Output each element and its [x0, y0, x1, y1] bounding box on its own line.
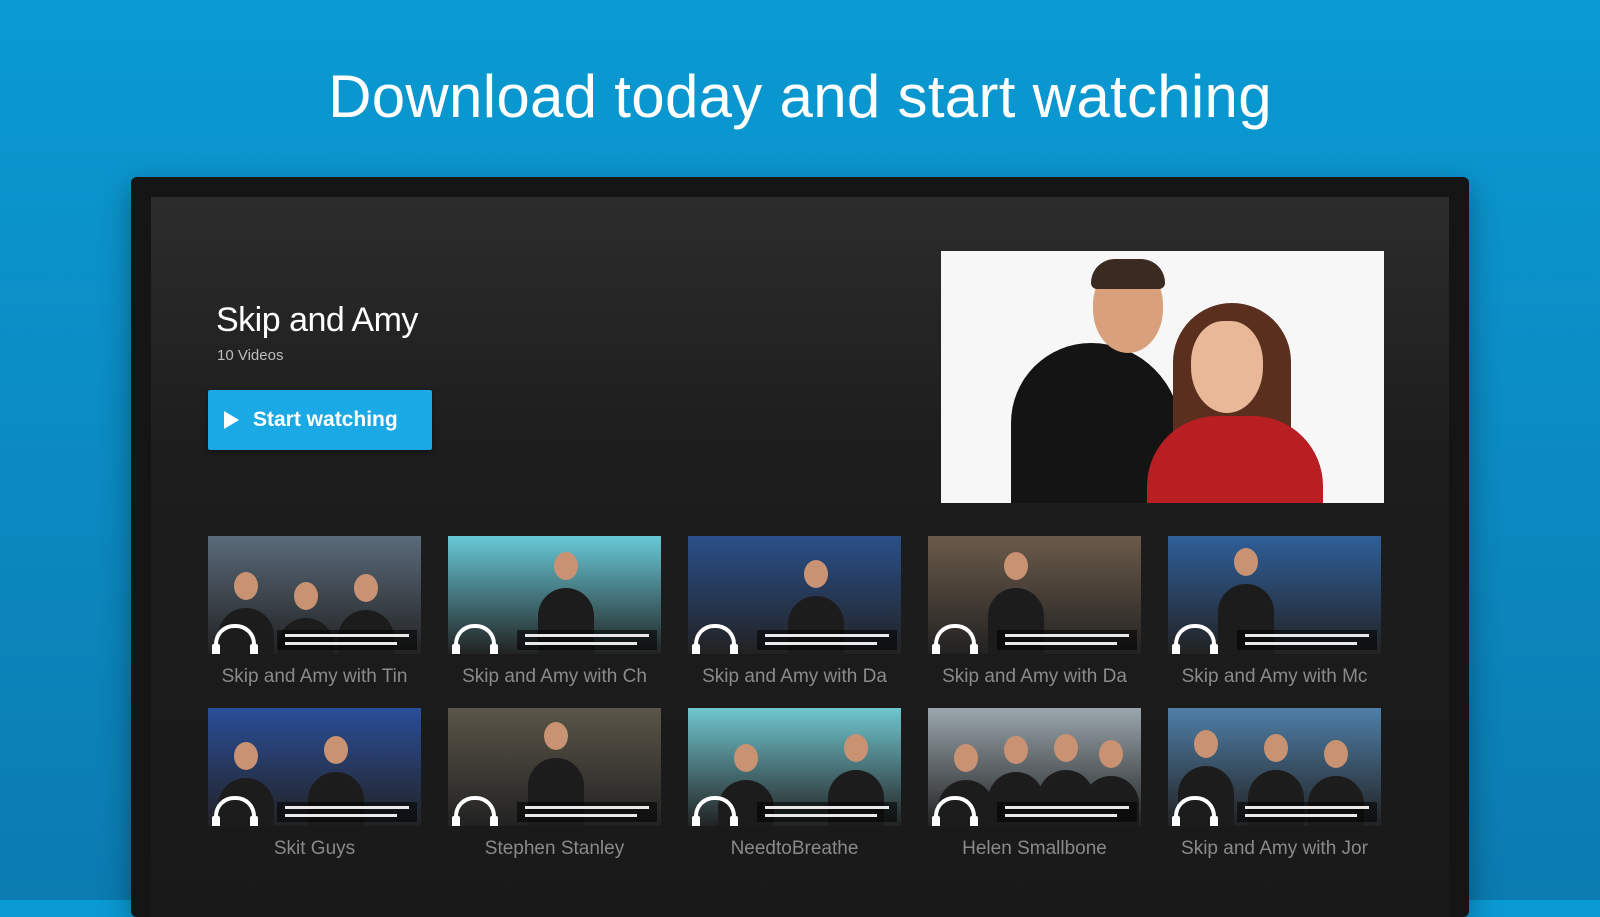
video-tile[interactable]: Skip and Amy with Da	[688, 536, 901, 688]
thumbnail-person-head	[234, 742, 258, 770]
video-title: Helen Smallbone	[962, 838, 1107, 859]
video-thumbnail	[208, 708, 421, 826]
thumbnail-caption-band	[757, 630, 897, 650]
thumbnail-person-head	[234, 572, 258, 600]
start-watching-button[interactable]: Start watching	[208, 390, 432, 450]
hero-person-hair	[1091, 259, 1165, 289]
video-tile[interactable]: Skip and Amy with Ch	[448, 536, 661, 688]
thumbnail-person-head	[354, 574, 378, 602]
video-title: Skip and Amy with Da	[702, 666, 887, 687]
thumbnail-caption-band	[517, 802, 657, 822]
video-thumbnail	[928, 536, 1141, 654]
video-title: Skip and Amy with Tin	[221, 666, 408, 687]
thumbnail-person-head	[1004, 736, 1028, 764]
thumbnail-caption-band	[757, 802, 897, 822]
video-title: Skip and Amy with Ch	[462, 666, 647, 687]
show-title: Skip and Amy	[216, 301, 418, 339]
video-title: Stephen Stanley	[484, 838, 625, 859]
video-thumbnail	[448, 536, 661, 654]
video-thumbnail	[448, 708, 661, 826]
video-count: 10 Videos	[217, 347, 284, 364]
thumbnail-person-head	[1054, 734, 1078, 762]
video-title: Skip and Amy with Jor	[1181, 838, 1368, 859]
thumbnail-person-head	[1234, 548, 1258, 576]
thumbnail-person-head	[844, 734, 868, 762]
video-grid: Skip and Amy with Tin Skip and Amy with C…	[208, 536, 1386, 860]
video-tile[interactable]: Skip and Amy with Da	[928, 536, 1141, 688]
video-tile[interactable]: Helen Smallbone	[928, 708, 1141, 860]
video-title: Skip and Amy with Mc	[1181, 666, 1368, 687]
thumbnail-person-head	[544, 722, 568, 750]
thumbnail-caption-band	[1237, 802, 1377, 822]
video-thumbnail	[688, 536, 901, 654]
thumbnail-caption-band	[997, 630, 1137, 650]
thumbnail-person-head	[1099, 740, 1123, 768]
video-title: Skit Guys	[273, 838, 356, 859]
play-icon	[224, 411, 239, 429]
thumbnail-caption-band	[1237, 630, 1377, 650]
thumbnail-caption-band	[277, 630, 417, 650]
tv-frame: Skip and Amy 10 Videos Start watching Sk…	[131, 177, 1469, 917]
video-title: NeedtoBreathe	[730, 838, 859, 859]
video-tile[interactable]: Stephen Stanley	[448, 708, 661, 860]
video-tile[interactable]: Skip and Amy with Jor	[1168, 708, 1381, 860]
video-thumbnail	[208, 536, 421, 654]
hero-image	[941, 251, 1384, 503]
video-tile[interactable]: NeedtoBreathe	[688, 708, 901, 860]
video-thumbnail	[1168, 708, 1381, 826]
video-thumbnail	[688, 708, 901, 826]
promo-headline: Download today and start watching	[328, 63, 1272, 130]
thumbnail-person-head	[734, 744, 758, 772]
hero-person-head	[1191, 321, 1263, 413]
thumbnail-person-head	[1264, 734, 1288, 762]
video-title: Skip and Amy with Da	[942, 666, 1127, 687]
start-watching-label: Start watching	[253, 408, 398, 431]
video-tile[interactable]: Skip and Amy with Tin	[208, 536, 421, 688]
video-tile[interactable]: Skip and Amy with Mc	[1168, 536, 1381, 688]
thumbnail-person-head	[554, 552, 578, 580]
thumbnail-person-head	[954, 744, 978, 772]
thumbnail-person-head	[804, 560, 828, 588]
thumbnail-person-head	[294, 582, 318, 610]
thumbnail-person-head	[324, 736, 348, 764]
tv-screen: Skip and Amy 10 Videos Start watching Sk…	[151, 197, 1449, 917]
thumbnail-caption-band	[997, 802, 1137, 822]
thumbnail-caption-band	[277, 802, 417, 822]
video-tile[interactable]: Skit Guys	[208, 708, 421, 860]
thumbnail-caption-band	[517, 630, 657, 650]
thumbnail-person-head	[1324, 740, 1348, 768]
video-thumbnail	[1168, 536, 1381, 654]
thumbnail-person-head	[1004, 552, 1028, 580]
thumbnail-person-head	[1194, 730, 1218, 758]
video-thumbnail	[928, 708, 1141, 826]
